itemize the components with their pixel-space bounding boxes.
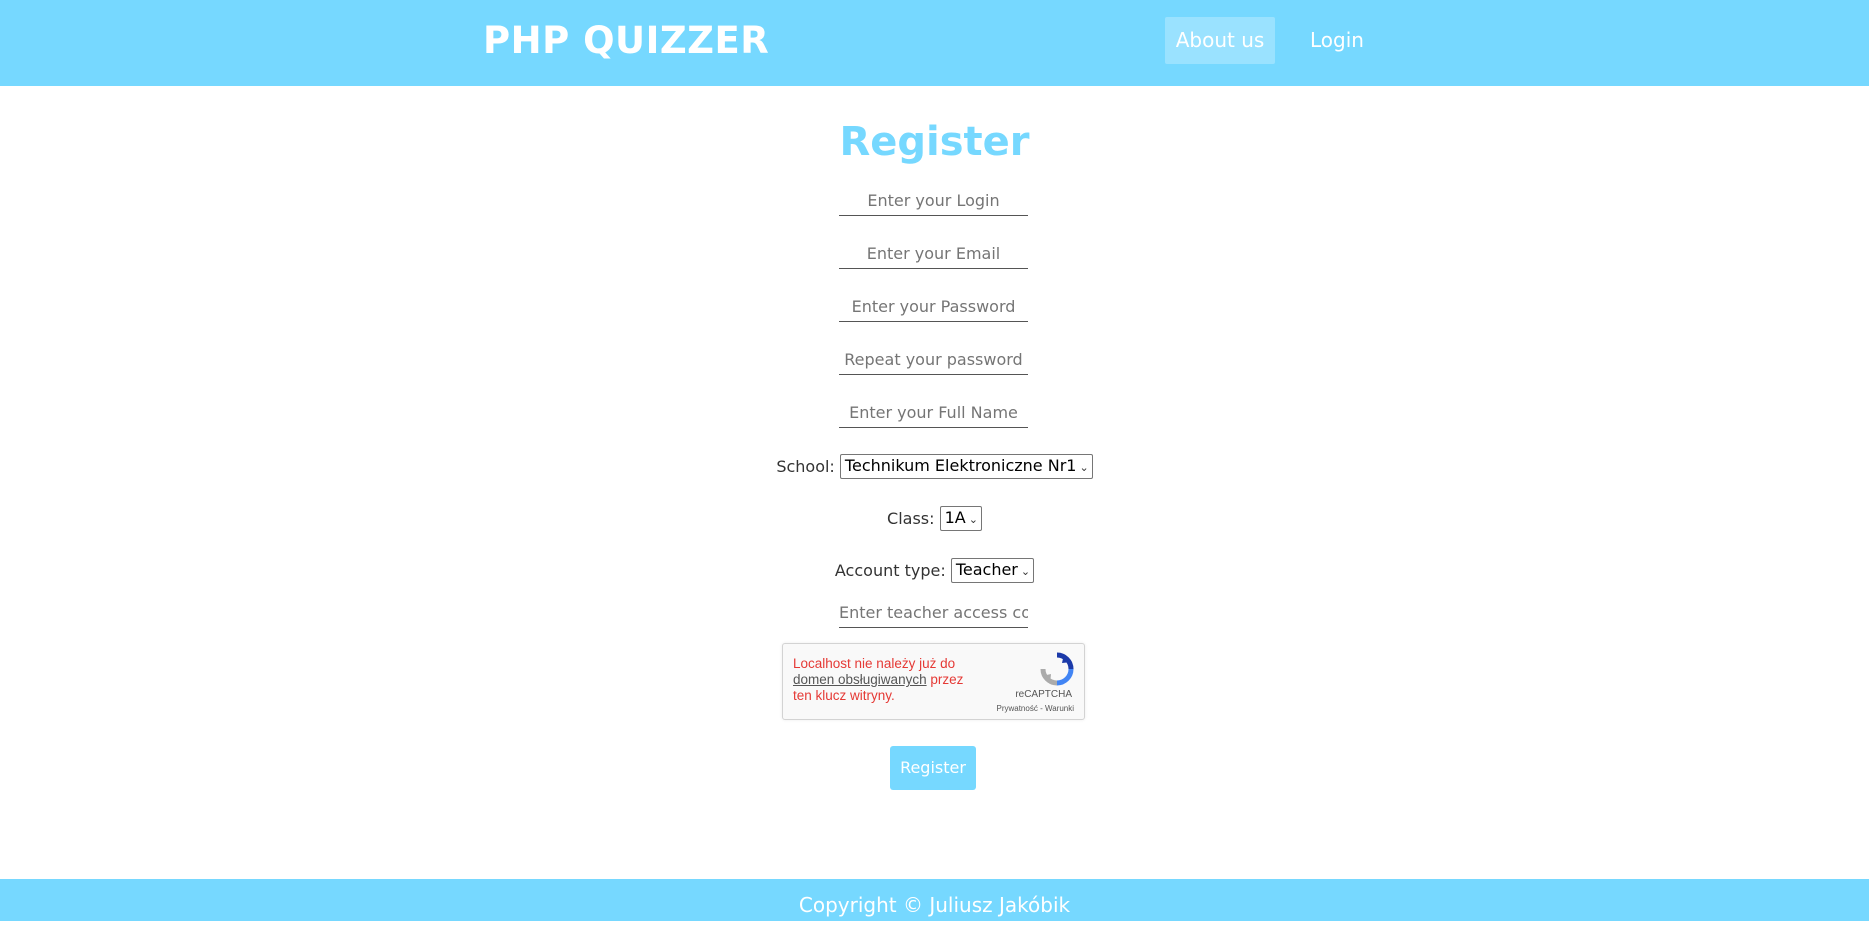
school-select[interactable]: Technikum Elektroniczne Nr1 ⌄: [839, 454, 1093, 479]
recaptcha-brand: reCAPTCHA: [1015, 689, 1072, 700]
recaptcha-error-message: Localhost nie należy już do domen obsług…: [793, 656, 983, 704]
recaptcha-links: Prywatność - Warunki: [996, 704, 1074, 713]
repeat-password-input[interactable]: [839, 344, 1028, 375]
email-input[interactable]: [839, 238, 1028, 269]
class-select-value: 1A: [944, 508, 966, 527]
account-type-select-value: Teacher: [955, 560, 1018, 579]
page-title: Register: [839, 119, 1030, 165]
chevron-down-icon: ⌄: [1079, 461, 1089, 474]
recaptcha-error-link[interactable]: domen obsługiwanych: [793, 672, 927, 687]
recaptcha-logo-icon: [1040, 652, 1074, 686]
top-navbar: PHP QUIZZER About us Login: [0, 0, 1869, 86]
school-label: School:: [776, 457, 835, 476]
nav-login[interactable]: Login: [1295, 17, 1379, 64]
account-type-select[interactable]: Teacher ⌄: [950, 558, 1035, 583]
recaptcha-widget[interactable]: Localhost nie należy już do domen obsług…: [782, 643, 1085, 720]
nav-about-us[interactable]: About us: [1165, 17, 1275, 64]
school-row: School: Technikum Elektroniczne Nr1 ⌄: [0, 454, 1869, 479]
recaptcha-terms-link[interactable]: Warunki: [1045, 704, 1074, 713]
login-input[interactable]: [839, 185, 1028, 216]
register-button[interactable]: Register: [890, 746, 976, 790]
class-row: Class: 1A ⌄: [0, 506, 1869, 531]
class-select[interactable]: 1A ⌄: [939, 506, 982, 531]
chevron-down-icon: ⌄: [968, 513, 978, 526]
recaptcha-separator: -: [1037, 704, 1045, 713]
footer: Copyright © Juliusz Jakóbik: [0, 879, 1869, 921]
password-input[interactable]: [839, 291, 1028, 322]
account-type-label: Account type:: [834, 561, 946, 580]
class-label: Class:: [887, 509, 935, 528]
account-type-row: Account type: Teacher ⌄: [0, 558, 1869, 583]
footer-copyright: Copyright © Juliusz Jakóbik: [798, 893, 1071, 917]
teacher-access-code-input[interactable]: [839, 597, 1028, 628]
brand-logo[interactable]: PHP QUIZZER: [483, 17, 769, 65]
chevron-down-icon: ⌄: [1020, 565, 1031, 578]
recaptcha-privacy-link[interactable]: Prywatność: [996, 704, 1037, 713]
school-select-value: Technikum Elektroniczne Nr1: [844, 456, 1077, 475]
recaptcha-error-text: Localhost nie należy już do: [793, 656, 956, 671]
full-name-input[interactable]: [839, 397, 1028, 428]
